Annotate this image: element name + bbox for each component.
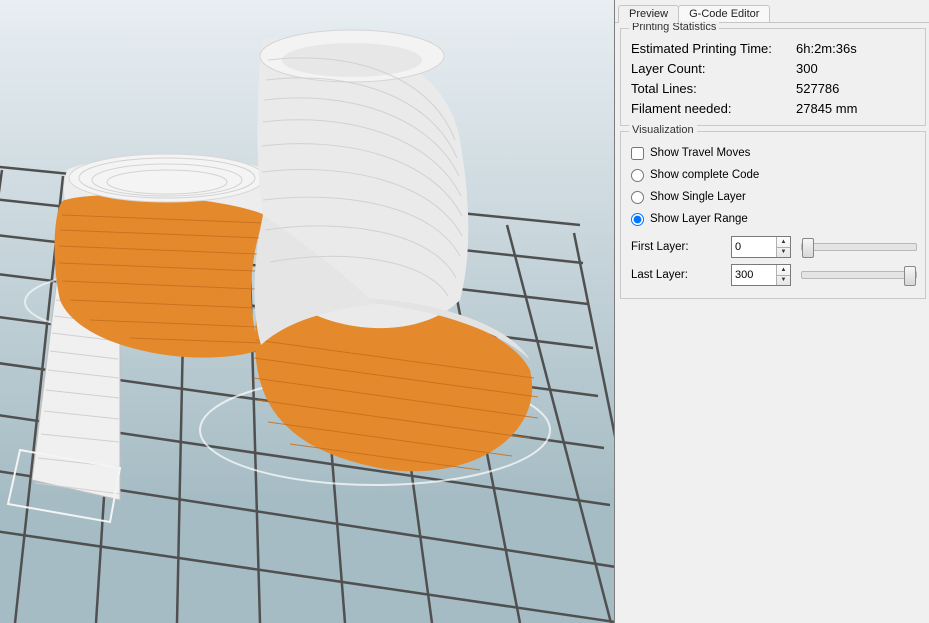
- first-layer-label: First Layer:: [631, 241, 731, 253]
- stat-row-total-lines: Total Lines: 527786: [631, 79, 917, 99]
- first-layer-control: First Layer: ▲ ▼: [631, 236, 917, 258]
- last-layer-label: Last Layer:: [631, 269, 731, 281]
- first-layer-spinbox[interactable]: ▲ ▼: [731, 236, 791, 258]
- last-layer-slider[interactable]: [801, 271, 917, 279]
- stat-value: 527786: [796, 79, 839, 99]
- app-root: Preview G-Code Editor Printing Statistic…: [0, 0, 929, 623]
- show-complete-code-row[interactable]: Show complete Code: [631, 164, 917, 186]
- show-travel-moves-checkbox[interactable]: [631, 147, 644, 160]
- first-layer-input[interactable]: [732, 237, 776, 257]
- show-layer-range-radio[interactable]: [631, 213, 644, 226]
- first-layer-step-down[interactable]: ▼: [777, 248, 790, 258]
- panel-tabs: Preview G-Code Editor: [615, 0, 929, 23]
- first-layer-step-up[interactable]: ▲: [777, 237, 790, 248]
- tab-preview[interactable]: Preview: [618, 5, 679, 23]
- print-preview-viewport[interactable]: [0, 0, 615, 623]
- last-layer-step-down[interactable]: ▼: [777, 276, 790, 286]
- stat-label: Total Lines:: [631, 79, 796, 99]
- visualization-group: Visualization Show Travel Moves Show com…: [620, 131, 926, 299]
- side-panel: Preview G-Code Editor Printing Statistic…: [615, 0, 929, 623]
- stat-value: 6h:2m:36s: [796, 39, 857, 59]
- show-complete-code-radio[interactable]: [631, 169, 644, 182]
- last-layer-spinbox[interactable]: ▲ ▼: [731, 264, 791, 286]
- stat-row-estimated-time: Estimated Printing Time: 6h:2m:36s: [631, 39, 917, 59]
- stat-row-layer-count: Layer Count: 300: [631, 59, 917, 79]
- first-layer-slider[interactable]: [801, 243, 917, 251]
- show-single-layer-label: Show Single Layer: [650, 186, 746, 208]
- preview-canvas: [0, 0, 614, 623]
- show-complete-code-label: Show complete Code: [650, 164, 759, 186]
- show-travel-moves-row[interactable]: Show Travel Moves: [631, 142, 917, 164]
- stat-value: 27845 mm: [796, 99, 857, 119]
- show-layer-range-label: Show Layer Range: [650, 208, 748, 230]
- printing-statistics-group: Printing Statistics Estimated Printing T…: [620, 28, 926, 126]
- visualization-title: Visualization: [629, 124, 697, 136]
- stat-label: Layer Count:: [631, 59, 796, 79]
- tab-gcode-editor[interactable]: G-Code Editor: [678, 5, 770, 22]
- last-layer-step-up[interactable]: ▲: [777, 265, 790, 276]
- first-layer-slider-thumb[interactable]: [802, 238, 814, 258]
- show-single-layer-row[interactable]: Show Single Layer: [631, 186, 917, 208]
- stat-label: Estimated Printing Time:: [631, 39, 796, 59]
- last-layer-slider-thumb[interactable]: [904, 266, 916, 286]
- stat-label: Filament needed:: [631, 99, 796, 119]
- last-layer-control: Last Layer: ▲ ▼: [631, 264, 917, 286]
- stat-value: 300: [796, 59, 818, 79]
- show-travel-moves-label: Show Travel Moves: [650, 142, 750, 164]
- show-layer-range-row[interactable]: Show Layer Range: [631, 208, 917, 230]
- stat-row-filament: Filament needed: 27845 mm: [631, 99, 917, 119]
- show-single-layer-radio[interactable]: [631, 191, 644, 204]
- last-layer-input[interactable]: [732, 265, 776, 285]
